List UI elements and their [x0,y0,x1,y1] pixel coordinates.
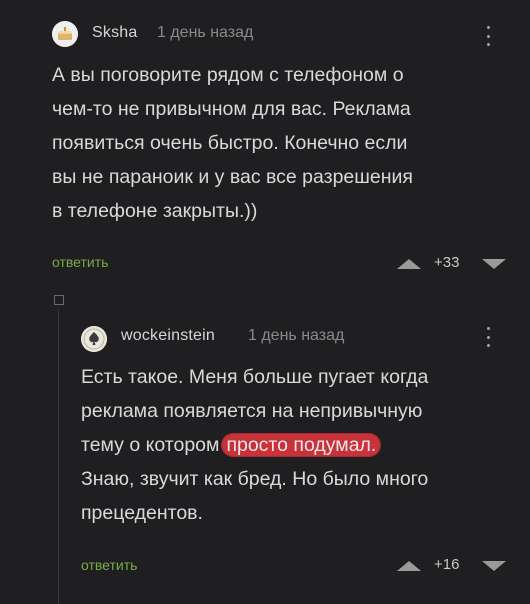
spade-icon [81,326,107,352]
comment-line: тему о котором просто подумал. [81,428,521,462]
comment-line: А вы поговорите рядом с телефоном о [52,64,404,86]
comment: wockeinstein 1 день назад Есть такое. Ме… [0,305,530,604]
comment-line: прецедентов. [81,502,203,524]
comment-line: чем-то не привычном для вас. Реклама [52,98,411,120]
comment: Sksha 1 день назад А вы поговорите рядом… [0,0,530,288]
comment-text: А вы поговорите рядом с телефоном о чем-… [52,58,502,228]
comment-line: Знаю, звучит как бред. Но было много [81,468,429,490]
comment-text: Есть такое. Меня больше пугает когда рек… [81,360,521,530]
comment-line: в телефоне закрыты.)) [52,200,258,222]
rating: +16 [434,556,460,573]
rating: +33 [434,254,460,271]
highlighted-text: просто подумал. [222,434,381,456]
reply-link[interactable]: ответить [52,254,108,270]
vote-down-icon[interactable] [482,259,506,269]
timestamp[interactable]: 1 день назад [157,24,253,42]
collapse-thread-icon[interactable] [54,295,64,305]
cake-icon [52,21,78,47]
avatar[interactable] [81,326,107,352]
comment-line: вы не параноик и у вас все разрешения [52,166,413,188]
author-name[interactable]: wockeinstein [121,327,215,345]
timestamp[interactable]: 1 день назад [248,327,344,345]
more-vertical-icon[interactable] [482,327,494,347]
comment-line-start: тему о котором [81,434,220,456]
vote-down-icon[interactable] [482,561,506,571]
avatar[interactable] [52,21,78,47]
comment-line: Есть такое. Меня больше пугает когда [81,366,429,388]
vote-up-icon[interactable] [397,561,421,571]
comment-line: реклама появляется на непривычную [81,400,423,422]
reply-link[interactable]: ответить [81,557,137,573]
comment-line: появиться очень быстро. Конечно если [52,132,408,154]
author-name[interactable]: Sksha [92,24,137,42]
more-vertical-icon[interactable] [482,26,494,46]
vote-up-icon[interactable] [397,259,421,269]
